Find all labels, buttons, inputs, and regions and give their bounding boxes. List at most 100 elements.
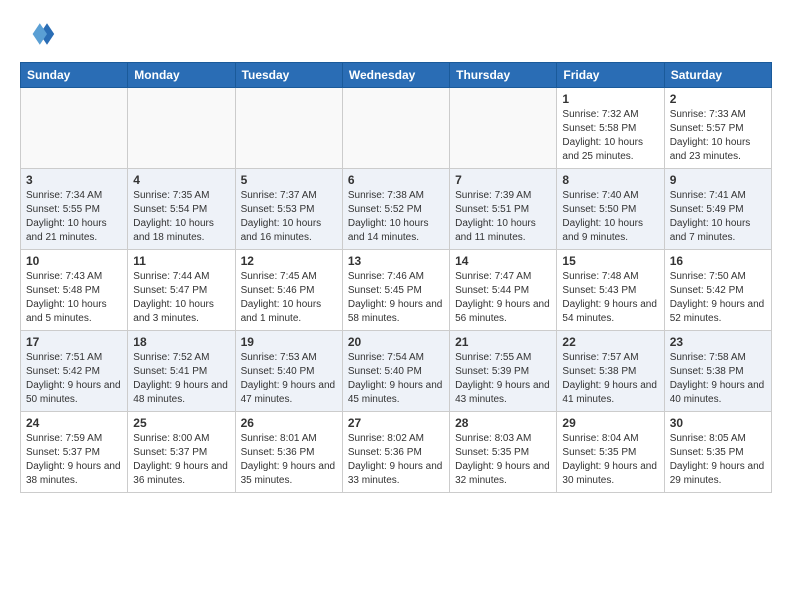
day-number: 24 <box>26 416 122 430</box>
logo <box>20 16 60 52</box>
weekday-header-tuesday: Tuesday <box>235 63 342 88</box>
calendar-cell: 6Sunrise: 7:38 AM Sunset: 5:52 PM Daylig… <box>342 169 449 250</box>
day-number: 22 <box>562 335 658 349</box>
weekday-header-thursday: Thursday <box>450 63 557 88</box>
calendar-cell: 10 Sunrise: 7:43 AM Sunset: 5:48 PM Dayli… <box>21 250 128 331</box>
calendar-cell <box>342 88 449 169</box>
day-info: Sunrise: 7:59 AM Sunset: 5:37 PM Dayligh… <box>26 432 122 488</box>
day-number: 2 <box>670 92 766 106</box>
calendar-cell: 26Sunrise: 8:01 AM Sunset: 5:36 PM Dayli… <box>235 412 342 493</box>
day-number: 25 <box>133 416 229 430</box>
page: SundayMondayTuesdayWednesdayThursdayFrid… <box>0 0 792 509</box>
calendar-week-5: 24 Sunrise: 7:59 AM Sunset: 5:37 PM Dayli… <box>21 412 772 493</box>
calendar-cell: 21Sunrise: 7:55 AM Sunset: 5:39 PM Dayli… <box>450 331 557 412</box>
day-number: 11 <box>133 254 229 268</box>
day-number: 30 <box>670 416 766 430</box>
calendar-cell: 17 Sunrise: 7:51 AM Sunset: 5:42 PM Dayli… <box>21 331 128 412</box>
calendar-cell: 9Sunrise: 7:41 AM Sunset: 5:49 PM Daylig… <box>664 169 771 250</box>
day-info: Sunrise: 7:51 AM Sunset: 5:42 PM Dayligh… <box>26 351 122 407</box>
calendar-cell: 3 Sunrise: 7:34 AM Sunset: 5:55 PM Daylig… <box>21 169 128 250</box>
calendar-cell <box>21 88 128 169</box>
day-info: Sunrise: 7:33 AM Sunset: 5:57 PM Dayligh… <box>670 108 766 164</box>
weekday-header-monday: Monday <box>128 63 235 88</box>
day-number: 14 <box>455 254 551 268</box>
calendar-week-2: 3 Sunrise: 7:34 AM Sunset: 5:55 PM Daylig… <box>21 169 772 250</box>
calendar-cell: 13 Sunrise: 7:46 AM Sunset: 5:45 PM Dayli… <box>342 250 449 331</box>
calendar-cell: 27 Sunrise: 8:02 AM Sunset: 5:36 PM Dayli… <box>342 412 449 493</box>
calendar-cell: 25 Sunrise: 8:00 AM Sunset: 5:37 PM Dayli… <box>128 412 235 493</box>
day-number: 12 <box>241 254 337 268</box>
calendar-cell: 28 Sunrise: 8:03 AM Sunset: 5:35 PM Dayli… <box>450 412 557 493</box>
calendar-week-4: 17 Sunrise: 7:51 AM Sunset: 5:42 PM Dayli… <box>21 331 772 412</box>
calendar-cell: 8 Sunrise: 7:40 AM Sunset: 5:50 PM Daylig… <box>557 169 664 250</box>
day-info: Sunrise: 8:03 AM Sunset: 5:35 PM Dayligh… <box>455 432 551 488</box>
calendar-cell: 14 Sunrise: 7:47 AM Sunset: 5:44 PM Dayli… <box>450 250 557 331</box>
weekday-header-saturday: Saturday <box>664 63 771 88</box>
day-number: 17 <box>26 335 122 349</box>
calendar-table: SundayMondayTuesdayWednesdayThursdayFrid… <box>20 62 772 493</box>
day-number: 3 <box>26 173 122 187</box>
calendar-cell: 1 Sunrise: 7:32 AM Sunset: 5:58 PM Daylig… <box>557 88 664 169</box>
day-info: Sunrise: 7:35 AM Sunset: 5:54 PM Dayligh… <box>133 189 229 245</box>
calendar-cell: 23 Sunrise: 7:58 AM Sunset: 5:38 PM Dayli… <box>664 331 771 412</box>
day-info: Sunrise: 7:32 AM Sunset: 5:58 PM Dayligh… <box>562 108 658 164</box>
calendar-cell: 29Sunrise: 8:04 AM Sunset: 5:35 PM Dayli… <box>557 412 664 493</box>
calendar-cell: 30Sunrise: 8:05 AM Sunset: 5:35 PM Dayli… <box>664 412 771 493</box>
day-number: 4 <box>133 173 229 187</box>
day-info: Sunrise: 7:55 AM Sunset: 5:39 PM Dayligh… <box>455 351 551 407</box>
day-info: Sunrise: 8:04 AM Sunset: 5:35 PM Dayligh… <box>562 432 658 488</box>
day-number: 6 <box>348 173 444 187</box>
day-info: Sunrise: 7:47 AM Sunset: 5:44 PM Dayligh… <box>455 270 551 326</box>
day-info: Sunrise: 7:58 AM Sunset: 5:38 PM Dayligh… <box>670 351 766 407</box>
calendar-week-1: 1 Sunrise: 7:32 AM Sunset: 5:58 PM Daylig… <box>21 88 772 169</box>
calendar-cell: 15Sunrise: 7:48 AM Sunset: 5:43 PM Dayli… <box>557 250 664 331</box>
calendar-cell: 5Sunrise: 7:37 AM Sunset: 5:53 PM Daylig… <box>235 169 342 250</box>
day-info: Sunrise: 7:44 AM Sunset: 5:47 PM Dayligh… <box>133 270 229 326</box>
weekday-header-friday: Friday <box>557 63 664 88</box>
calendar-cell: 11 Sunrise: 7:44 AM Sunset: 5:47 PM Dayli… <box>128 250 235 331</box>
day-number: 13 <box>348 254 444 268</box>
day-number: 18 <box>133 335 229 349</box>
weekday-header-wednesday: Wednesday <box>342 63 449 88</box>
calendar-cell: 2 Sunrise: 7:33 AM Sunset: 5:57 PM Daylig… <box>664 88 771 169</box>
day-number: 28 <box>455 416 551 430</box>
day-info: Sunrise: 7:45 AM Sunset: 5:46 PM Dayligh… <box>241 270 337 326</box>
header <box>20 16 772 52</box>
calendar-cell <box>128 88 235 169</box>
day-number: 19 <box>241 335 337 349</box>
calendar-week-3: 10 Sunrise: 7:43 AM Sunset: 5:48 PM Dayli… <box>21 250 772 331</box>
day-info: Sunrise: 7:43 AM Sunset: 5:48 PM Dayligh… <box>26 270 122 326</box>
calendar-cell: 20 Sunrise: 7:54 AM Sunset: 5:40 PM Dayli… <box>342 331 449 412</box>
day-number: 7 <box>455 173 551 187</box>
day-info: Sunrise: 7:54 AM Sunset: 5:40 PM Dayligh… <box>348 351 444 407</box>
calendar-cell: 16Sunrise: 7:50 AM Sunset: 5:42 PM Dayli… <box>664 250 771 331</box>
calendar-cell <box>450 88 557 169</box>
day-info: Sunrise: 7:40 AM Sunset: 5:50 PM Dayligh… <box>562 189 658 245</box>
day-info: Sunrise: 7:34 AM Sunset: 5:55 PM Dayligh… <box>26 189 122 245</box>
day-info: Sunrise: 7:41 AM Sunset: 5:49 PM Dayligh… <box>670 189 766 245</box>
day-number: 1 <box>562 92 658 106</box>
calendar-cell: 18 Sunrise: 7:52 AM Sunset: 5:41 PM Dayli… <box>128 331 235 412</box>
weekday-header-row: SundayMondayTuesdayWednesdayThursdayFrid… <box>21 63 772 88</box>
calendar-cell <box>235 88 342 169</box>
day-info: Sunrise: 7:57 AM Sunset: 5:38 PM Dayligh… <box>562 351 658 407</box>
day-number: 26 <box>241 416 337 430</box>
day-info: Sunrise: 7:52 AM Sunset: 5:41 PM Dayligh… <box>133 351 229 407</box>
day-info: Sunrise: 8:00 AM Sunset: 5:37 PM Dayligh… <box>133 432 229 488</box>
day-number: 8 <box>562 173 658 187</box>
day-info: Sunrise: 8:02 AM Sunset: 5:36 PM Dayligh… <box>348 432 444 488</box>
day-number: 16 <box>670 254 766 268</box>
day-number: 23 <box>670 335 766 349</box>
day-info: Sunrise: 7:53 AM Sunset: 5:40 PM Dayligh… <box>241 351 337 407</box>
day-info: Sunrise: 7:46 AM Sunset: 5:45 PM Dayligh… <box>348 270 444 326</box>
calendar-cell: 19 Sunrise: 7:53 AM Sunset: 5:40 PM Dayli… <box>235 331 342 412</box>
day-number: 5 <box>241 173 337 187</box>
day-number: 27 <box>348 416 444 430</box>
day-number: 20 <box>348 335 444 349</box>
calendar-cell: 22 Sunrise: 7:57 AM Sunset: 5:38 PM Dayli… <box>557 331 664 412</box>
day-info: Sunrise: 7:39 AM Sunset: 5:51 PM Dayligh… <box>455 189 551 245</box>
day-number: 15 <box>562 254 658 268</box>
calendar-cell: 7 Sunrise: 7:39 AM Sunset: 5:51 PM Daylig… <box>450 169 557 250</box>
general-blue-icon <box>20 16 56 52</box>
day-number: 10 <box>26 254 122 268</box>
